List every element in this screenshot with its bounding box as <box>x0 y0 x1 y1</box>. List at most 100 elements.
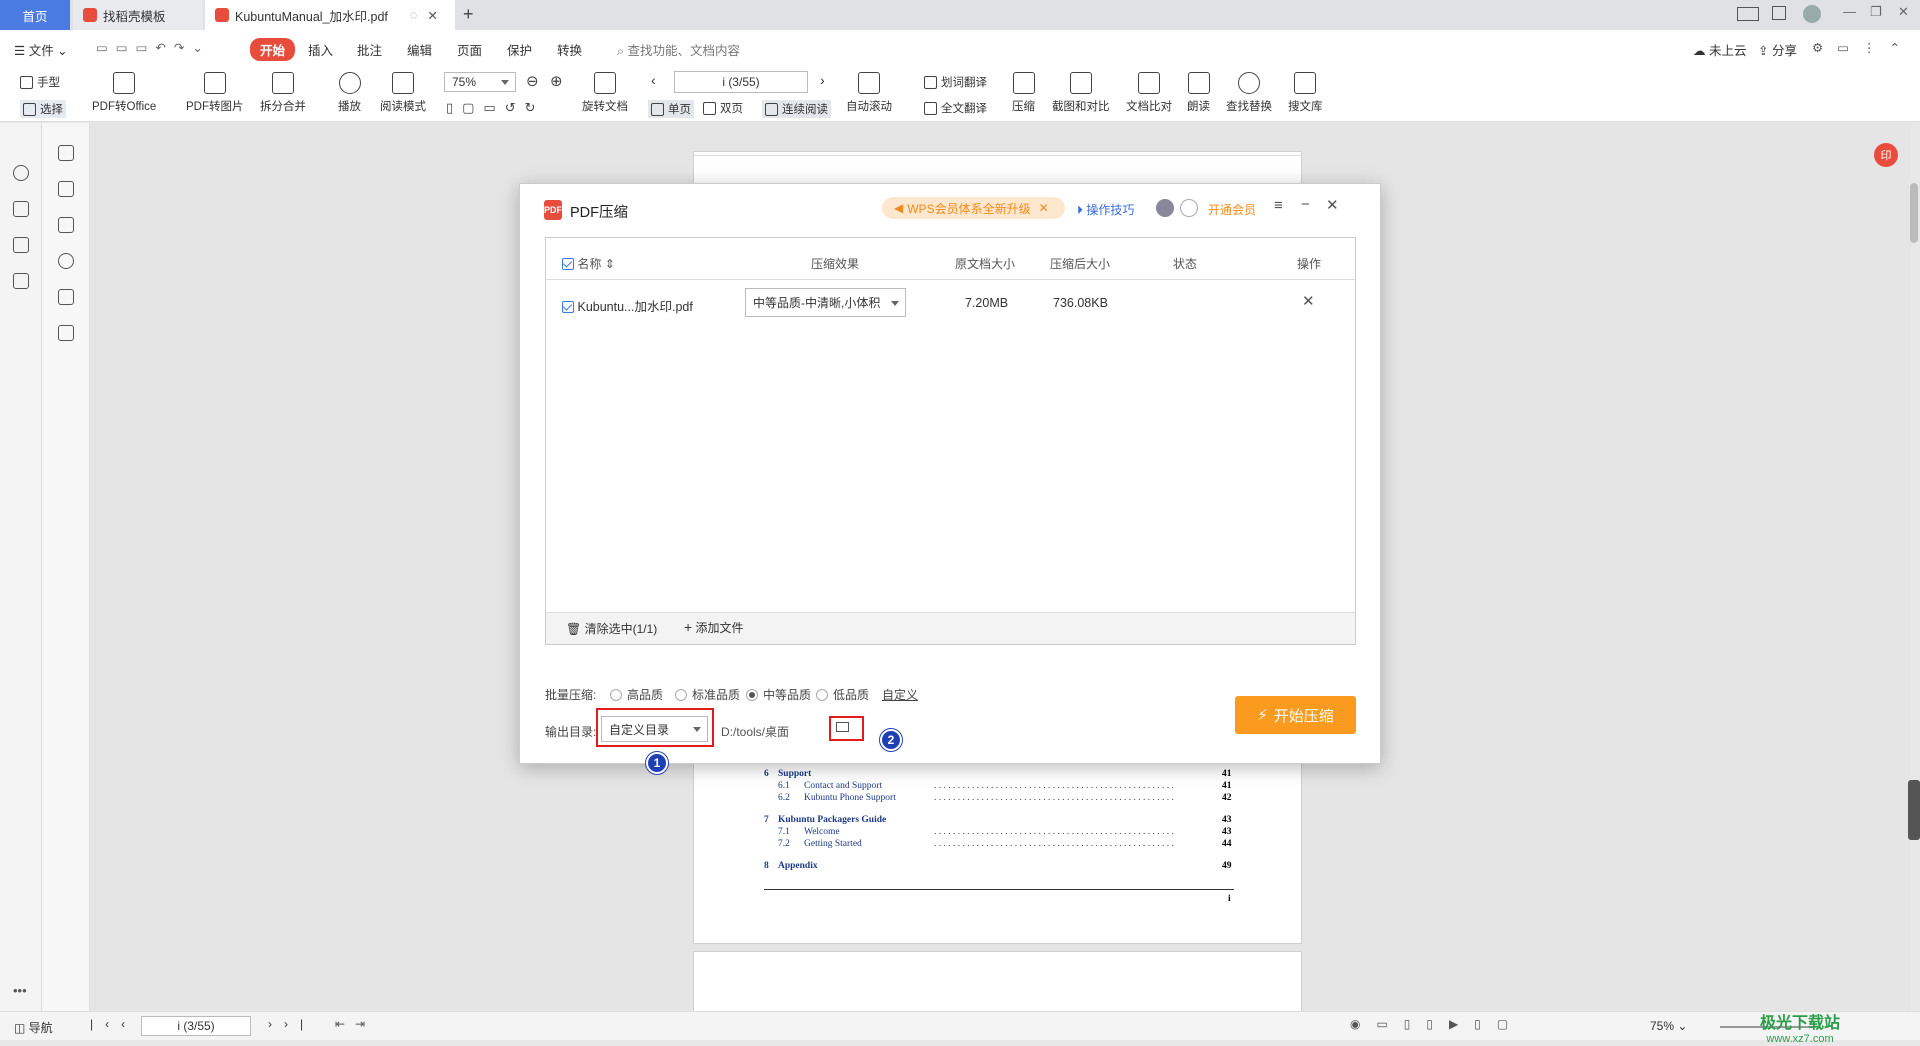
menu-page[interactable]: 页面 <box>457 40 482 59</box>
back-forward-icons[interactable]: ⇤⇥ <box>335 1017 375 1031</box>
minimize-icon[interactable]: — <box>1843 4 1856 19</box>
tab-home[interactable]: 首页 <box>0 0 70 30</box>
compress-effect-select[interactable]: 中等品质-中清晰,小体积 <box>745 288 906 317</box>
tips-link[interactable]: ⏵ 操作技巧 <box>1077 201 1134 218</box>
single-page-button[interactable]: 单页 <box>648 100 694 118</box>
compress-button[interactable]: 压缩 <box>1012 72 1035 114</box>
search-doc-icon[interactable] <box>13 165 29 181</box>
settings-sliders-icon[interactable] <box>13 237 29 253</box>
tab-template[interactable]: 找稻壳模板 <box>73 0 203 30</box>
pin-icon[interactable]: ◌ <box>410 8 417 22</box>
file-menu[interactable]: ☰ 文件 ⌄ <box>14 40 68 59</box>
tab-close-icon[interactable]: ✕ <box>427 8 437 23</box>
page-input[interactable]: i (3/55) <box>674 71 808 93</box>
row-remove-icon[interactable]: ✕ <box>1302 292 1315 310</box>
radio-standard[interactable] <box>675 689 687 701</box>
play-button[interactable]: 播放 <box>338 72 361 114</box>
table-row[interactable]: Kubuntu...加水印.pdf <box>562 296 693 315</box>
next-page-icon[interactable]: › <box>820 72 825 88</box>
next-last-icons[interactable]: ››| <box>268 1017 315 1031</box>
window-tools-icons[interactable]: ⚙▭⋮⌃ <box>1812 40 1914 55</box>
split-merge-button[interactable]: 拆分合并 <box>260 72 306 114</box>
dialog-minimize-icon[interactable]: − <box>1301 196 1310 213</box>
hand-tool[interactable]: 手型 <box>20 74 60 90</box>
radio-medium[interactable] <box>746 689 758 701</box>
doc-compare-button[interactable]: 文档比对 <box>1126 72 1172 114</box>
option-low[interactable]: 低品质 <box>816 686 869 703</box>
add-file-button[interactable]: + 添加文件 <box>684 619 744 636</box>
nav-toggle[interactable]: ◫ 导航 <box>14 1019 53 1036</box>
start-compress-button[interactable]: ⚡ 开始压缩 <box>1235 696 1356 734</box>
clear-selected-button[interactable]: 🗑 清除选中(1/1) <box>566 620 657 637</box>
zoom-in-icon[interactable]: ⊕ <box>550 72 563 90</box>
search-lib-button[interactable]: 搜文库 <box>1288 72 1323 114</box>
custom-link[interactable]: 自定义 <box>882 686 918 703</box>
replace-icon[interactable] <box>13 201 29 217</box>
layout-icon[interactable] <box>1737 7 1759 21</box>
restore-icon[interactable]: ❐ <box>1870 4 1882 20</box>
screenshot-compare-button[interactable]: 截图和对比 <box>1052 72 1110 114</box>
status-page-input[interactable]: i (3/55) <box>141 1016 251 1036</box>
zoom-select[interactable]: 75% <box>444 72 516 92</box>
read-aloud-button[interactable]: 朗读 <box>1187 72 1210 114</box>
thumbnail-icon[interactable] <box>58 181 74 197</box>
menu-start[interactable]: 开始 <box>250 38 296 61</box>
first-prev-icons[interactable]: |‹‹ <box>90 1017 137 1031</box>
promo-close-icon[interactable]: ✕ <box>1039 201 1049 215</box>
status-zoom[interactable]: 75% ⌄ <box>1650 1019 1687 1033</box>
cloud-status[interactable]: ☁ 未上云 <box>1693 40 1747 59</box>
radio-low[interactable] <box>816 689 828 701</box>
search-box[interactable]: ⌕ 查找功能、文档内容 <box>617 40 740 59</box>
menu-insert[interactable]: 插入 <box>308 40 333 59</box>
assistant-icon[interactable]: 印 <box>1874 143 1898 167</box>
scrollbar-thumb[interactable] <box>1910 183 1918 243</box>
option-high[interactable]: 高品质 <box>610 686 663 703</box>
continuous-read-button[interactable]: 连续阅读 <box>762 100 831 118</box>
more-icon[interactable]: ••• <box>13 983 27 998</box>
header-name[interactable]: 名称 ⇕ <box>562 255 615 272</box>
sort-icon[interactable]: ⇕ <box>605 257 615 271</box>
side-handle[interactable] <box>1908 780 1920 840</box>
menu-annotate[interactable]: 批注 <box>357 40 382 59</box>
comment-icon[interactable] <box>58 217 74 233</box>
view-tools-icons[interactable]: ▯▢▭↺↻ <box>446 100 545 116</box>
apps-grid-icon[interactable] <box>1772 6 1786 20</box>
vip-promo-banner[interactable]: ◀ WPS会员体系全新升级 ✕ <box>882 197 1065 219</box>
option-medium[interactable]: 中等品质 <box>746 686 811 703</box>
dialog-close-icon[interactable]: ✕ <box>1326 196 1339 214</box>
pdf-to-office-button[interactable]: PDF转Office <box>92 72 156 114</box>
read-icon[interactable] <box>13 273 29 289</box>
user-avatar[interactable] <box>1156 199 1174 217</box>
share-button[interactable]: ⇪ 分享 <box>1758 40 1797 59</box>
select-tool[interactable]: 选择 <box>20 100 66 118</box>
attachment-icon[interactable] <box>58 253 74 269</box>
quick-access-icons[interactable]: ▭▭▭↶↷⌄ <box>96 40 211 55</box>
tab-document[interactable]: KubuntuManual_加水印.pdf ◌ ✕ <box>205 0 455 30</box>
radio-high[interactable] <box>610 689 622 701</box>
full-translate-button[interactable]: 全文翻译 <box>924 100 987 116</box>
rotate-doc-button[interactable]: 旋转文档 <box>582 72 628 114</box>
avatar[interactable] <box>1803 5 1821 23</box>
option-standard[interactable]: 标准品质 <box>675 686 740 703</box>
layers-icon[interactable] <box>58 325 74 341</box>
menu-icon[interactable]: ≡ <box>1274 197 1283 214</box>
read-mode-button[interactable]: 阅读模式 <box>380 72 426 114</box>
prev-page-icon[interactable]: ‹ <box>651 72 656 88</box>
auto-scroll-button[interactable]: 自动滚动 <box>846 72 892 114</box>
row-checkbox[interactable] <box>562 301 574 313</box>
bookmark-icon[interactable] <box>58 145 74 161</box>
select-all-checkbox[interactable] <box>562 258 574 270</box>
close-window-icon[interactable]: ✕ <box>1898 4 1909 20</box>
double-page-button[interactable]: 双页 <box>703 100 743 116</box>
new-tab-button[interactable]: + <box>463 4 474 25</box>
word-translate-button[interactable]: 划词翻译 <box>924 74 987 90</box>
menu-convert[interactable]: 转换 <box>557 40 582 59</box>
menu-edit[interactable]: 编辑 <box>407 40 432 59</box>
zoom-out-icon[interactable]: ⊖ <box>526 72 539 90</box>
menu-protect[interactable]: 保护 <box>507 40 532 59</box>
signature-icon[interactable] <box>58 289 74 305</box>
view-mode-icons[interactable]: ◉▭▯▯▶▯▢ <box>1350 1017 1524 1031</box>
open-vip-link[interactable]: 开通会员 <box>1208 201 1256 218</box>
find-replace-button[interactable]: 查找替换 <box>1226 72 1272 114</box>
pdf-to-image-button[interactable]: PDF转图片 <box>186 72 244 114</box>
